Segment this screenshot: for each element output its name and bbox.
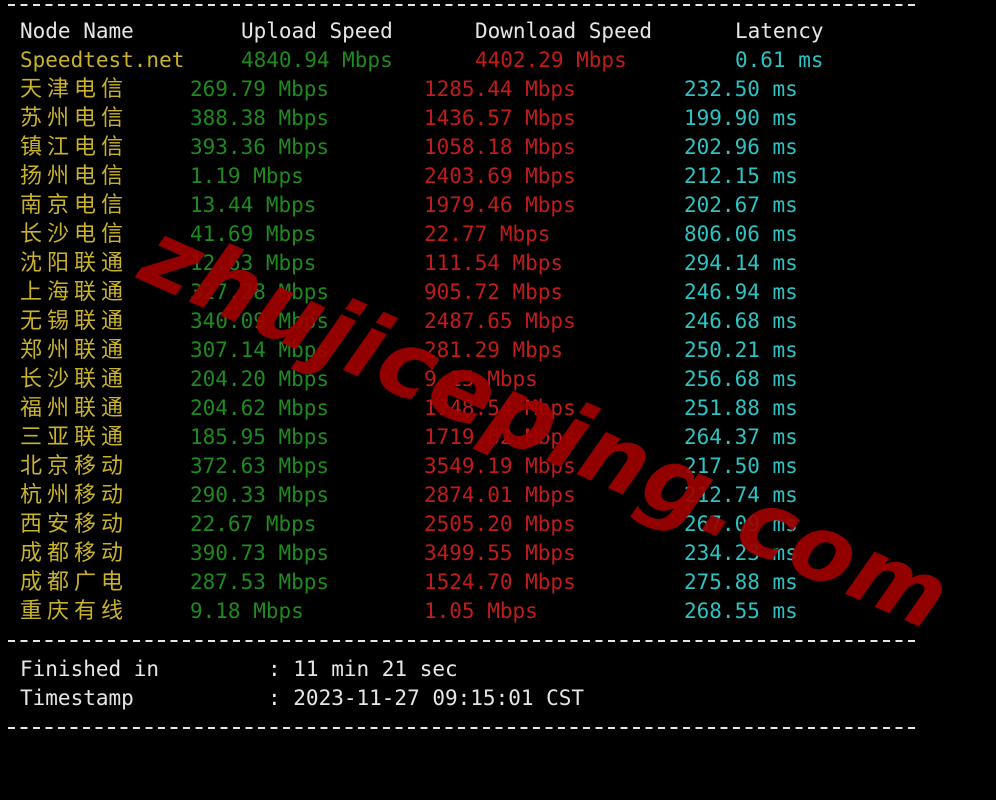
node-name: 成都广电 [20, 570, 129, 595]
bottom-divider [8, 727, 916, 729]
latency-value: 234.23 ms [684, 541, 798, 565]
latency-value: 232.50 ms [684, 77, 798, 101]
node-name: 天津电信 [20, 77, 129, 102]
node-name: 杭州移动 [20, 483, 129, 508]
latency-value: 806.06 ms [684, 222, 798, 246]
upload-value: 269.79 Mbps [190, 77, 330, 101]
timestamp-label: Timestamp [20, 686, 134, 710]
download-value: 1058.18 Mbps [424, 135, 576, 159]
download-value: 22.77 Mbps [424, 222, 551, 246]
upload-value: 13.44 Mbps [190, 193, 317, 217]
node-name: 北京移动 [20, 454, 129, 479]
upload-value: 372.63 Mbps [190, 454, 330, 478]
upload-value: 1.19 Mbps [190, 164, 304, 188]
latency-value: 202.96 ms [684, 135, 798, 159]
download-value: 281.29 Mbps [424, 338, 564, 362]
latency-value: 202.67 ms [684, 193, 798, 217]
finished-in-label: Finished in [20, 657, 160, 681]
upload-value: 4840.94 Mbps [241, 48, 393, 72]
header-download-speed: Download Speed [475, 19, 653, 43]
download-value: 905.72 Mbps [424, 280, 564, 304]
download-value: 1436.57 Mbps [424, 106, 576, 130]
download-value: 4402.29 Mbps [475, 48, 627, 72]
node-name: 苏州电信 [20, 106, 129, 131]
terminal-output: Node Name Upload Speed Download Speed La… [0, 0, 996, 735]
node-name: 镇江电信 [20, 135, 129, 160]
timestamp-value: : 2023-11-27 09:15:01 CST [268, 686, 585, 710]
node-name: 无锡联通 [20, 309, 129, 334]
latency-value: 246.94 ms [684, 280, 798, 304]
upload-value: 185.95 Mbps [190, 425, 330, 449]
upload-value: 204.20 Mbps [190, 367, 330, 391]
latency-value: 246.68 ms [684, 309, 798, 333]
header-latency: Latency [735, 19, 824, 43]
download-value: 3549.19 Mbps [424, 454, 576, 478]
latency-value: 268.55 ms [684, 599, 798, 623]
node-name: 重庆有线 [20, 599, 129, 624]
download-value: 2505.20 Mbps [424, 512, 576, 536]
download-value: 2874.01 Mbps [424, 483, 576, 507]
node-name: 福州联通 [20, 396, 129, 421]
download-value: 9.15 Mbps [424, 367, 538, 391]
upload-value: 12.63 Mbps [190, 251, 317, 275]
top-divider [8, 4, 916, 6]
latency-value: 264.37 ms [684, 425, 798, 449]
node-name: 沈阳联通 [20, 251, 129, 276]
download-value: 1524.70 Mbps [424, 570, 576, 594]
download-value: 2487.65 Mbps [424, 309, 576, 333]
upload-value: 393.36 Mbps [190, 135, 330, 159]
upload-value: 340.09 Mbps [190, 309, 330, 333]
table-header: Node Name Upload Speed Download Speed La… [0, 17, 824, 46]
node-name: 三亚联通 [20, 425, 129, 450]
header-node-name: Node Name [20, 19, 134, 43]
latency-value: 275.88 ms [684, 570, 798, 594]
latency-value: 212.15 ms [684, 164, 798, 188]
node-name: 上海联通 [20, 280, 129, 305]
speedtest-row: Speedtest.net 4840.94 Mbps 4402.29 Mbps … [0, 46, 824, 75]
latency-value: 251.88 ms [684, 396, 798, 420]
upload-value: 287.53 Mbps [190, 570, 330, 594]
latency-value: 294.14 ms [684, 251, 798, 275]
download-value: 111.54 Mbps [424, 251, 564, 275]
download-value: 1.05 Mbps [424, 599, 538, 623]
node-name: 西安移动 [20, 512, 129, 537]
upload-value: 390.73 Mbps [190, 541, 330, 565]
node-name: 郑州联通 [20, 338, 129, 363]
latency-value: 199.90 ms [684, 106, 798, 130]
node-name: 成都移动 [20, 541, 129, 566]
download-value: 1748.54 Mbps [424, 396, 576, 420]
finished-in-value: : 11 min 21 sec [268, 657, 458, 681]
node-name: 长沙联通 [20, 367, 129, 392]
upload-value: 204.62 Mbps [190, 396, 330, 420]
header-upload-speed: Upload Speed [241, 19, 393, 43]
latency-value: 217.50 ms [684, 454, 798, 478]
download-value: 1285.44 Mbps [424, 77, 576, 101]
upload-value: 388.38 Mbps [190, 106, 330, 130]
timestamp-row: Timestamp : 2023-11-27 09:15:01 CST [0, 684, 584, 713]
node-name: Speedtest.net [20, 48, 185, 72]
upload-value: 9.18 Mbps [190, 599, 304, 623]
latency-value: 0.61 ms [735, 48, 824, 72]
download-value: 1979.46 Mbps [424, 193, 576, 217]
node-name: 南京电信 [20, 193, 129, 218]
upload-value: 307.14 Mbps [190, 338, 330, 362]
download-value: 1719.62 Mbps [424, 425, 576, 449]
download-value: 3499.55 Mbps [424, 541, 576, 565]
upload-value: 327.28 Mbps [190, 280, 330, 304]
latency-value: 212.74 ms [684, 483, 798, 507]
node-name: 长沙电信 [20, 222, 129, 247]
upload-value: 41.69 Mbps [190, 222, 317, 246]
upload-value: 22.67 Mbps [190, 512, 317, 536]
finished-in-row: Finished in : 11 min 21 sec [0, 655, 458, 684]
node-name: 扬州电信 [20, 164, 129, 189]
download-value: 2403.69 Mbps [424, 164, 576, 188]
middle-divider [8, 640, 916, 642]
latency-value: 250.21 ms [684, 338, 798, 362]
latency-value: 256.68 ms [684, 367, 798, 391]
latency-value: 267.09 ms [684, 512, 798, 536]
upload-value: 290.33 Mbps [190, 483, 330, 507]
